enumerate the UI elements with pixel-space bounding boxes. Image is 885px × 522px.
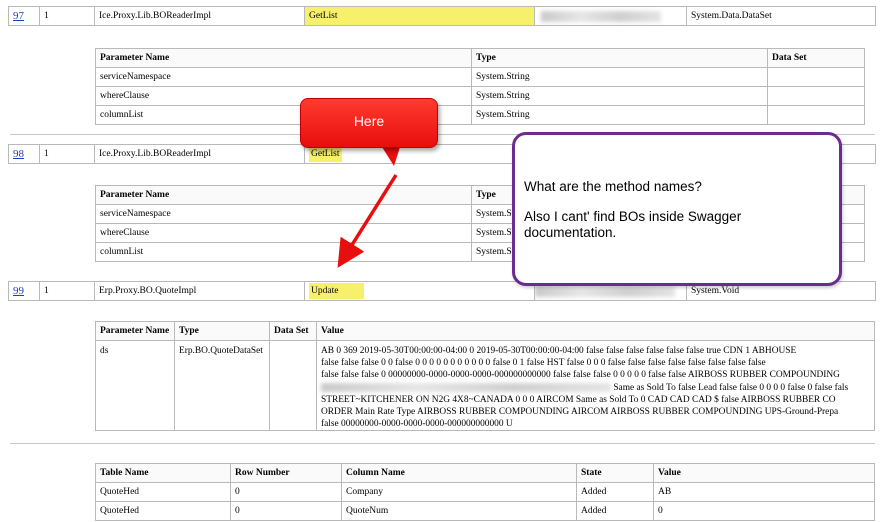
callout-text: Here xyxy=(353,113,385,129)
note-question: What are the method names? xyxy=(524,179,702,194)
note-detail: Also I cant' find BOs inside Swagger doc… xyxy=(524,209,742,240)
question-note: What are the method names? Also I cant' … xyxy=(512,132,842,286)
here-callout: Here xyxy=(300,98,438,148)
